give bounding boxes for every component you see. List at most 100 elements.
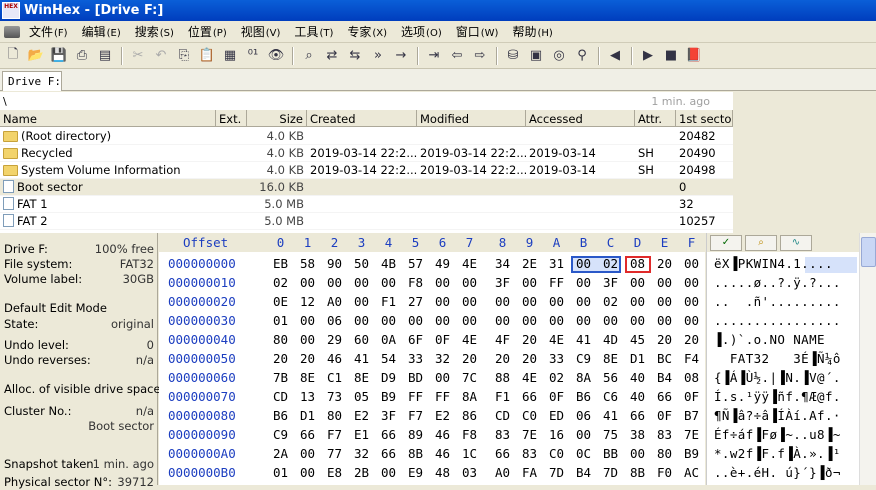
menu-item-3[interactable]: 位置(P) xyxy=(181,21,234,43)
hex-byte[interactable]: 66 xyxy=(624,408,651,423)
hex-byte[interactable]: F8 xyxy=(456,427,483,442)
book-icon[interactable]: 📕 xyxy=(683,45,705,67)
hex-byte[interactable]: 27 xyxy=(402,294,429,309)
file-row[interactable]: System Volume Information 4.0 KB 2019-03-1… xyxy=(0,162,733,179)
hex-byte[interactable]: 00 xyxy=(570,294,597,309)
hex-byte[interactable]: B9 xyxy=(375,389,402,404)
hex-byte[interactable]: C9 xyxy=(267,427,294,442)
hex-byte[interactable]: F8 xyxy=(402,275,429,290)
hex-byte[interactable]: 00 xyxy=(489,313,516,328)
hex-byte[interactable]: 00 xyxy=(489,294,516,309)
column-header-5[interactable]: Accessed xyxy=(526,110,635,127)
hex-byte[interactable]: FF xyxy=(429,389,456,404)
hex-byte[interactable]: 08 xyxy=(624,256,651,271)
hex-byte[interactable]: 00 xyxy=(624,313,651,328)
hex-byte[interactable]: 32 xyxy=(429,351,456,366)
hex-byte[interactable]: 06 xyxy=(321,313,348,328)
paste-icon[interactable]: 📋 xyxy=(196,45,218,67)
file-row[interactable]: (Root directory) 4.0 KB 20482 xyxy=(0,128,733,145)
hex-byte[interactable]: 13 xyxy=(294,389,321,404)
new-file-icon[interactable]: 🗋 xyxy=(2,45,24,67)
hex-byte[interactable]: 00 xyxy=(678,313,705,328)
find-next-icon[interactable]: » xyxy=(367,45,389,67)
hex-byte[interactable]: 0C xyxy=(570,446,597,461)
hex-byte[interactable]: 89 xyxy=(402,427,429,442)
hex-byte[interactable]: 33 xyxy=(402,351,429,366)
menu-item-5[interactable]: 工具(T) xyxy=(287,21,340,43)
hex-byte[interactable]: 00 xyxy=(294,313,321,328)
hex-byte[interactable]: 02 xyxy=(597,294,624,309)
column-header-0[interactable]: Name xyxy=(0,110,216,127)
hex-byte[interactable]: 45 xyxy=(624,332,651,347)
search-disk-icon[interactable]: ⚲ xyxy=(571,45,593,67)
hex-byte[interactable]: 8E xyxy=(348,370,375,385)
hex-byte[interactable]: D1 xyxy=(294,408,321,423)
hex-byte[interactable]: 0F xyxy=(651,408,678,423)
hex-byte[interactable]: 34 xyxy=(489,256,516,271)
hex-byte[interactable]: 00 xyxy=(375,275,402,290)
hex-byte[interactable]: 41 xyxy=(597,408,624,423)
hex-byte[interactable]: E2 xyxy=(429,408,456,423)
copy-icon[interactable]: ⎘ xyxy=(173,45,195,67)
hex-editor[interactable]: Offset 0123456789ABCDEF 000000000 EB 58 90 5… xyxy=(159,233,705,485)
undo-icon[interactable]: ↶ xyxy=(150,45,172,67)
hex-byte[interactable]: 66 xyxy=(375,446,402,461)
hex-byte[interactable]: 7E xyxy=(516,427,543,442)
file-row[interactable]: Boot sector 16.0 KB 0 xyxy=(0,179,733,196)
hex-byte[interactable]: 00 xyxy=(516,275,543,290)
hex-byte[interactable]: 00 xyxy=(429,275,456,290)
hex-byte[interactable]: 32 xyxy=(348,446,375,461)
play-left-icon[interactable]: ◀ xyxy=(604,45,626,67)
hex-byte[interactable]: 06 xyxy=(570,408,597,423)
hex-byte[interactable]: B4 xyxy=(651,370,678,385)
column-header-4[interactable]: Modified xyxy=(417,110,526,127)
hex-byte[interactable]: 08 xyxy=(678,370,705,385)
paste-block-icon[interactable]: ▦ xyxy=(219,45,241,67)
goto-offset-icon[interactable]: → xyxy=(390,45,412,67)
hex-byte[interactable]: 4E xyxy=(456,332,483,347)
cut-disabled-icon[interactable]: ✂ xyxy=(127,45,149,67)
hex-byte[interactable]: 00 xyxy=(651,294,678,309)
hex-byte[interactable]: 7B xyxy=(267,370,294,385)
find-icon[interactable]: 👁 xyxy=(265,45,287,67)
hex-byte[interactable]: 8B xyxy=(624,465,651,480)
hex-byte[interactable]: 29 xyxy=(321,332,348,347)
hex-byte[interactable]: 7E xyxy=(678,427,705,442)
hex-byte[interactable]: 7D xyxy=(597,465,624,480)
hex-byte[interactable]: 46 xyxy=(429,427,456,442)
hex-byte[interactable]: 00 xyxy=(348,294,375,309)
scrollbar-thumb[interactable] xyxy=(861,237,876,267)
hex-byte[interactable]: 00 xyxy=(402,313,429,328)
hex-byte[interactable]: E8 xyxy=(321,465,348,480)
hex-byte[interactable]: 46 xyxy=(429,446,456,461)
column-header-6[interactable]: Attr. xyxy=(635,110,676,127)
hex-byte[interactable]: E9 xyxy=(402,465,429,480)
hex-byte[interactable]: 0E xyxy=(267,294,294,309)
open-icon[interactable]: 📂 xyxy=(25,45,47,67)
column-header-1[interactable]: Ext. xyxy=(216,110,247,127)
hex-byte[interactable]: 00 xyxy=(429,294,456,309)
hex-byte[interactable]: C6 xyxy=(597,389,624,404)
hex-byte[interactable]: 00 xyxy=(570,256,597,271)
hex-byte[interactable]: 41 xyxy=(348,351,375,366)
hex-byte[interactable]: 4B xyxy=(375,256,402,271)
hex-byte[interactable]: 56 xyxy=(597,370,624,385)
hex-byte[interactable]: 83 xyxy=(489,427,516,442)
hex-byte[interactable]: 54 xyxy=(375,351,402,366)
hex-byte[interactable]: 66 xyxy=(651,389,678,404)
hex-byte[interactable]: BD xyxy=(402,370,429,385)
column-header-2[interactable]: Size xyxy=(247,110,307,127)
hex-byte[interactable]: 77 xyxy=(321,446,348,461)
hex-byte[interactable]: 33 xyxy=(543,351,570,366)
hex-byte[interactable]: 40 xyxy=(624,389,651,404)
hex-byte[interactable]: F7 xyxy=(402,408,429,423)
bin-data-icon[interactable]: ⁰¹ xyxy=(242,45,264,67)
hex-byte[interactable]: 00 xyxy=(678,294,705,309)
file-row[interactable]: FAT 1 5.0 MB 32 xyxy=(0,196,733,213)
hex-byte[interactable]: 12 xyxy=(294,294,321,309)
hex-byte[interactable]: 00 xyxy=(570,427,597,442)
hex-byte[interactable]: 00 xyxy=(294,446,321,461)
hex-byte[interactable]: 00 xyxy=(516,294,543,309)
hex-byte[interactable]: 4E xyxy=(516,370,543,385)
replace-hex-icon[interactable]: ⇆ xyxy=(344,45,366,67)
